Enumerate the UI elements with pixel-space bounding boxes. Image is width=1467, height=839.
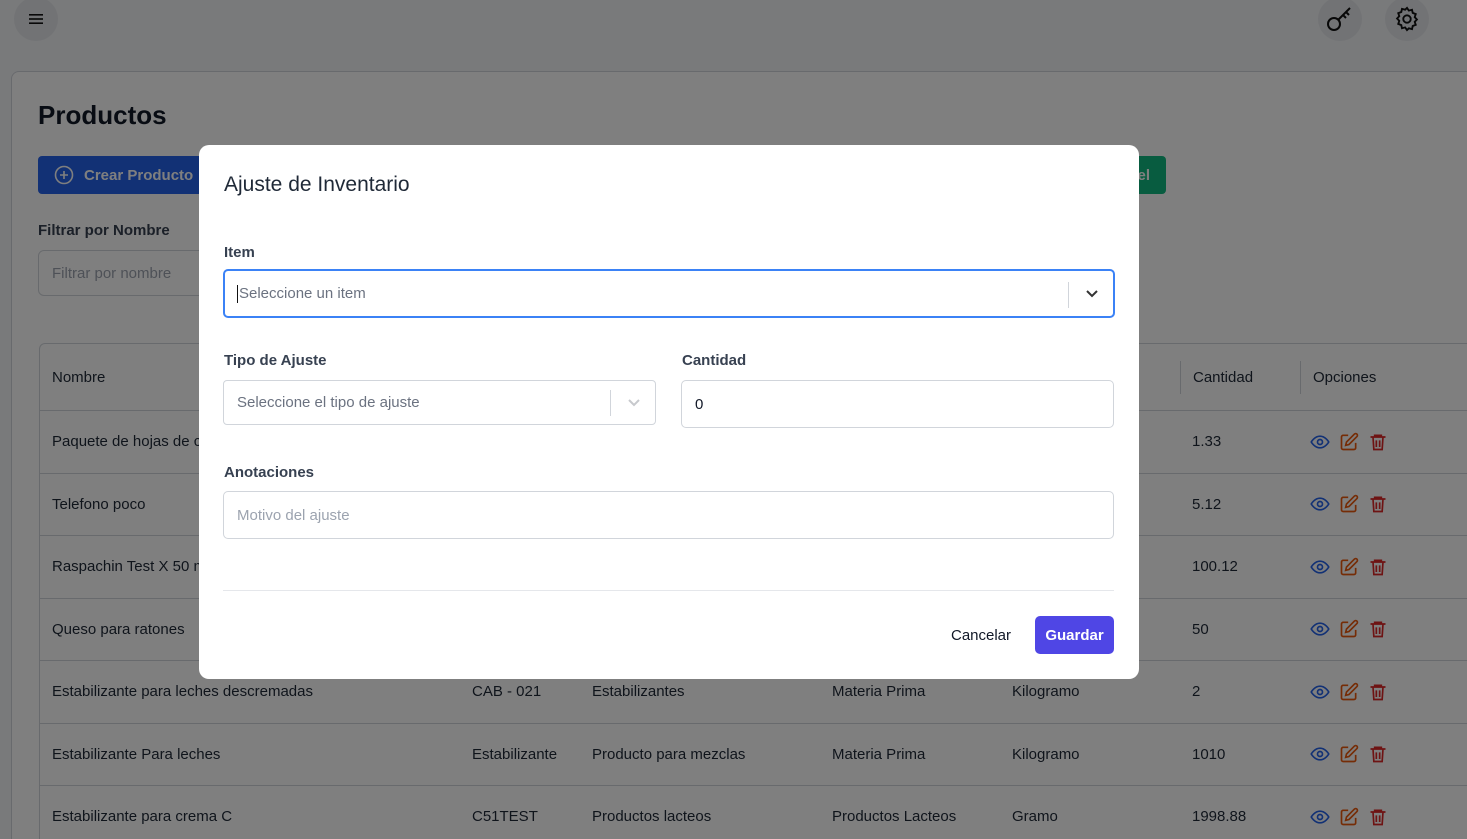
adjustment-type-select[interactable]: Seleccione el tipo de ajuste	[223, 380, 656, 425]
select-separator	[1068, 282, 1069, 308]
chevron-down-icon[interactable]	[1084, 285, 1100, 301]
item-select[interactable]: Seleccione un item	[223, 269, 1115, 318]
chevron-down-icon[interactable]	[626, 394, 642, 410]
type-placeholder: Seleccione el tipo de ajuste	[237, 394, 420, 411]
item-label: Item	[224, 244, 255, 261]
text-caret	[237, 284, 238, 303]
inventory-adjustment-modal: Ajuste de Inventario Item Seleccione un …	[199, 145, 1139, 679]
cancel-button[interactable]: Cancelar	[943, 616, 1019, 654]
qty-value: 0	[695, 395, 704, 413]
modal-title: Ajuste de Inventario	[224, 173, 410, 196]
notes-label: Anotaciones	[224, 464, 315, 481]
type-label: Tipo de Ajuste	[224, 352, 327, 369]
notes-placeholder: Motivo del ajuste	[237, 506, 350, 524]
item-placeholder: Seleccione un item	[239, 285, 366, 302]
notes-input[interactable]: Motivo del ajuste	[223, 491, 1114, 539]
save-button[interactable]: Guardar	[1035, 616, 1114, 654]
select-separator	[610, 390, 611, 416]
quantity-input[interactable]: 0	[681, 380, 1114, 428]
modal-divider	[223, 590, 1114, 591]
qty-label: Cantidad	[682, 352, 747, 369]
